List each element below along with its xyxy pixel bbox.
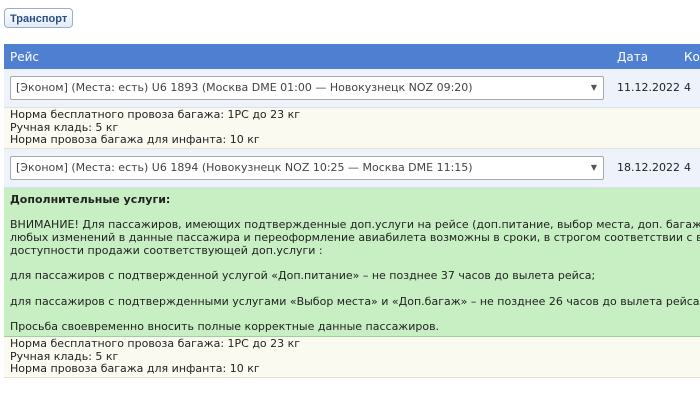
table-header: Рейс Дата Ко (4, 44, 700, 69)
column-header-count: Ко (684, 50, 700, 64)
flight-date: 11.12.2022 (617, 81, 680, 94)
flight-select[interactable]: [Эконом] (Места: есть) U6 1894 (Новокузн… (10, 155, 604, 180)
baggage-line: Норма бесплатного провоза багажа: 1PC до… (10, 108, 301, 121)
flight-date: 18.12.2022 (617, 160, 680, 174)
additional-services-notice: Дополнительные услуги: ВНИМАНИЕ! Для пас… (4, 187, 700, 337)
transport-button[interactable]: Транспорт (4, 8, 74, 28)
baggage-line: Норма провоза багажа для инфанта: 10 кг (10, 362, 260, 376)
passenger-count: 4 (684, 160, 691, 174)
baggage-line: Норма провоза багажа для инфанта: 10 кг (10, 133, 260, 147)
column-header-date: Дата (617, 50, 649, 64)
chevron-down-icon: ▼ (590, 83, 597, 92)
table-row: [Эконом] (Места: есть) U6 1893 (Москва D… (4, 69, 700, 108)
passenger-count: 4 (684, 81, 691, 94)
notice-line: любых изменений в данные пассажира и пер… (10, 230, 700, 244)
notice-line: доступности продажи соответствующей доп.… (10, 243, 323, 257)
baggage-line: Норма бесплатного провоза багажа: 1PC до… (10, 336, 301, 350)
column-header-flight: Рейс (10, 50, 40, 64)
flight-select[interactable]: [Эконом] (Места: есть) U6 1893 (Москва D… (10, 76, 604, 100)
flight-select-value: [Эконом] (Места: есть) U6 1893 (Москва D… (16, 81, 473, 94)
flight-select-value: [Эконом] (Места: есть) U6 1894 (Новокузн… (16, 160, 473, 174)
chevron-down-icon: ▼ (590, 162, 597, 172)
table-row: [Эконом] (Места: есть) U6 1894 (Новокузн… (4, 148, 700, 188)
seat-baggage-rule: для пассажиров с подтвержденными услугам… (10, 294, 700, 308)
data-request-note: Просьба своевременно вносить полные корр… (10, 320, 440, 334)
meal-rule: для пассажиров с подтвержденной услугой … (10, 269, 596, 283)
baggage-info: Норма бесплатного провоза багажа: 1PC до… (4, 108, 700, 149)
baggage-info: Норма бесплатного провоза багажа: 1PC до… (4, 336, 700, 378)
services-title: Дополнительные услуги: (10, 192, 171, 206)
flights-table: Рейс Дата Ко [Эконом] (Места: есть) U6 1… (4, 44, 700, 378)
